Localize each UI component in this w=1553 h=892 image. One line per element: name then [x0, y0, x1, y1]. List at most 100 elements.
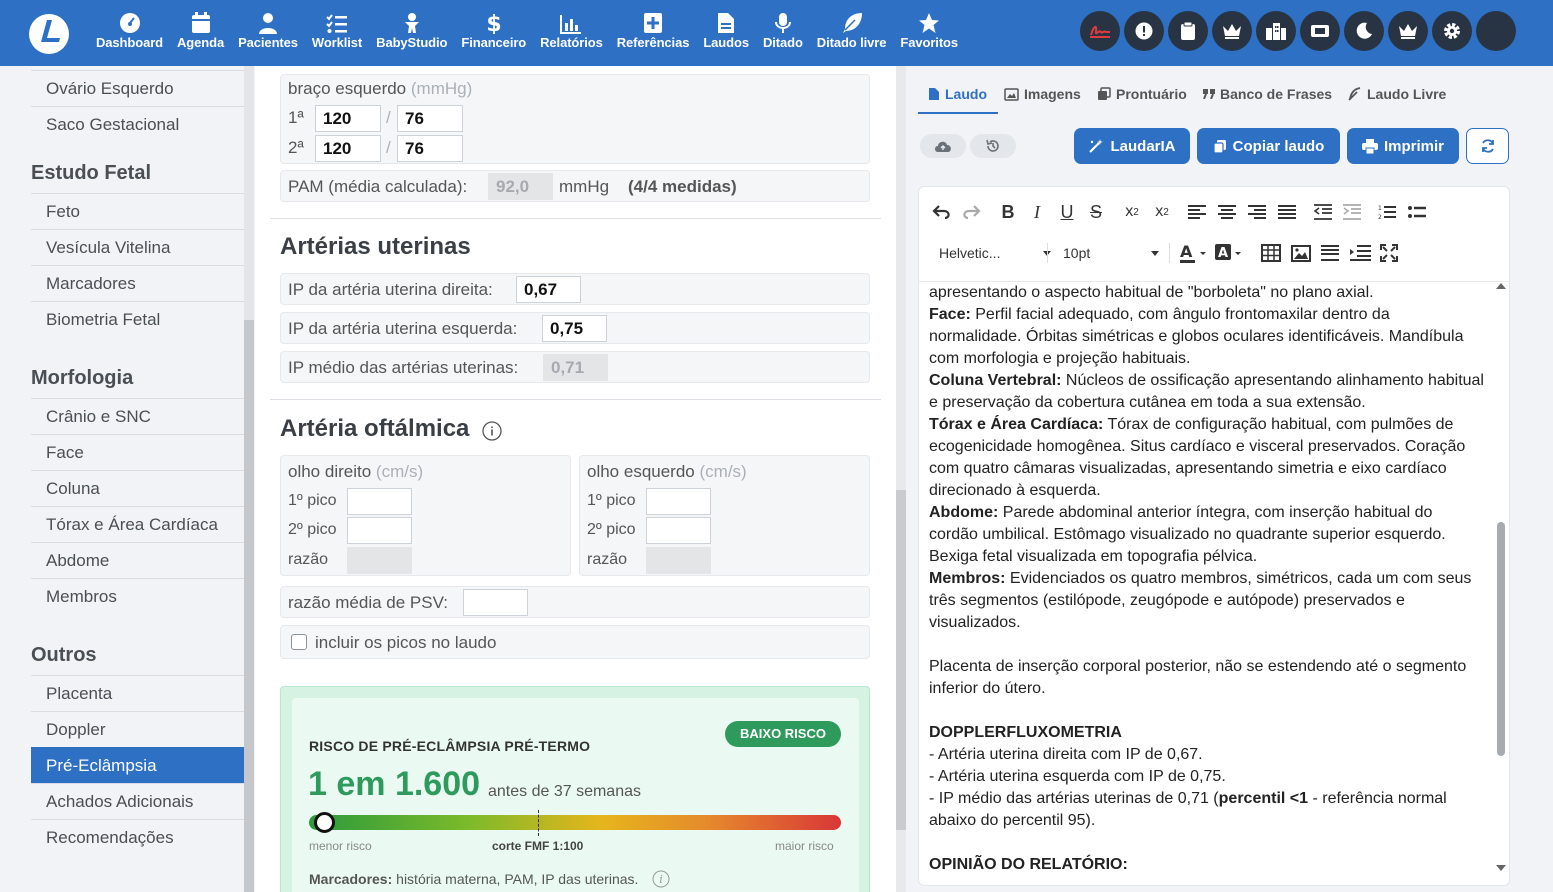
nav-financeiro[interactable]: $ Financeiro: [454, 0, 533, 66]
app-logo[interactable]: [27, 12, 71, 56]
bp-systolic-2-input[interactable]: 120: [315, 135, 381, 162]
horizontal-rule-button[interactable]: [1319, 242, 1341, 264]
right-eye-peak1-input[interactable]: [347, 488, 412, 515]
nav-favoritos[interactable]: Favoritos: [893, 0, 965, 66]
sidebar-item-face[interactable]: Face: [31, 434, 244, 470]
sidebar-item-feto[interactable]: Feto: [31, 193, 244, 229]
bold-button[interactable]: B: [997, 200, 1019, 224]
font-size-select[interactable]: 10pt: [1063, 240, 1159, 266]
sidebar-item-marcadores[interactable]: Marcadores: [31, 265, 244, 301]
tab-prontuario[interactable]: Prontuário: [1097, 86, 1187, 102]
info-icon[interactable]: i: [652, 870, 670, 888]
sidebar-scrollbar-thumb[interactable]: [244, 320, 254, 892]
nav-laudos[interactable]: Laudos: [696, 0, 756, 66]
left-eye-peak2-input[interactable]: [646, 517, 711, 544]
alert-button[interactable]: [1124, 11, 1164, 51]
tab-laudo-livre[interactable]: Laudo Livre: [1348, 86, 1446, 102]
crown-button[interactable]: [1212, 11, 1252, 51]
sidebar-item-vesicula-vitelina[interactable]: Vesícula Vitelina: [31, 229, 244, 265]
nav-babystudio[interactable]: BabyStudio: [369, 0, 454, 66]
clipboard-button[interactable]: [1168, 11, 1208, 51]
italic-button[interactable]: I: [1026, 200, 1048, 224]
copy-icon: [1213, 139, 1226, 154]
underline-button[interactable]: U: [1056, 200, 1078, 224]
laudar-ia-button[interactable]: LaudarIA: [1074, 128, 1190, 164]
sidebar-item-abdome[interactable]: Abdome: [31, 542, 244, 578]
dark-mode-button[interactable]: [1344, 11, 1384, 51]
page-break-button[interactable]: [1348, 242, 1372, 264]
print-button[interactable]: Imprimir: [1347, 128, 1459, 164]
fullscreen-button[interactable]: [1378, 242, 1400, 264]
cloud-save-button[interactable]: [920, 134, 966, 158]
sidebar-item-saco-gestacional[interactable]: Saco Gestacional: [31, 106, 244, 142]
refresh-button[interactable]: [1466, 128, 1509, 164]
align-left-button[interactable]: [1186, 201, 1208, 223]
nav-referencias[interactable]: Referências: [610, 0, 697, 66]
signature-button[interactable]: [1080, 11, 1120, 51]
bp-diastolic-2-input[interactable]: 76: [397, 135, 463, 162]
sidebar-item-achados-adicionais[interactable]: Achados Adicionais: [31, 783, 244, 819]
active-tab-underline: [918, 112, 998, 114]
sidebar-item-doppler[interactable]: Doppler: [31, 711, 244, 747]
uterine-left-input[interactable]: 0,75: [542, 315, 607, 342]
include-peaks-checkbox[interactable]: [291, 634, 307, 650]
align-right-button[interactable]: [1246, 201, 1268, 223]
redo-button[interactable]: [960, 201, 982, 223]
bp-systolic-1-input[interactable]: 120: [315, 105, 381, 132]
scroll-down-icon[interactable]: [1496, 864, 1506, 872]
sidebar-item-placenta[interactable]: Placenta: [31, 675, 244, 711]
bp-diastolic-1-input[interactable]: 76: [397, 105, 463, 132]
svg-text:$: $: [487, 12, 501, 34]
align-center-button[interactable]: [1216, 201, 1238, 223]
right-eye-peak2-input[interactable]: [347, 517, 412, 544]
undo-button[interactable]: [931, 201, 953, 223]
insert-table-button[interactable]: [1260, 242, 1282, 264]
settings-button[interactable]: [1432, 11, 1472, 51]
sidebar-item-pre-eclampsia[interactable]: Pré-Eclâmpsia: [31, 747, 244, 783]
uterine-right-input[interactable]: 0,67: [516, 276, 581, 303]
font-family-select[interactable]: Helvetic...: [939, 240, 1051, 266]
tab-banco-de-frases[interactable]: Banco de Frases: [1203, 86, 1332, 102]
nav-agenda[interactable]: Agenda: [170, 0, 231, 66]
clinics-button[interactable]: [1256, 11, 1296, 51]
psv-ratio-input[interactable]: [463, 589, 528, 616]
left-eye-peak1-input[interactable]: [646, 488, 711, 515]
tab-imagens[interactable]: Imagens: [1004, 86, 1081, 102]
subscript-button[interactable]: x2: [1120, 200, 1144, 224]
sidebar-item-membros[interactable]: Membros: [31, 578, 244, 614]
scroll-up-icon[interactable]: [1496, 282, 1506, 290]
outdent-button[interactable]: [1312, 201, 1334, 223]
numbered-list-button[interactable]: 12: [1376, 201, 1398, 223]
history-button[interactable]: [970, 134, 1016, 158]
nav-ditado[interactable]: Ditado: [756, 0, 810, 66]
sidebar-item-torax[interactable]: Tórax e Área Cardíaca: [31, 506, 244, 542]
nav-pacientes[interactable]: Pacientes: [231, 0, 305, 66]
insert-image-button[interactable]: [1290, 242, 1312, 264]
premium-button[interactable]: [1388, 11, 1428, 51]
indent-button[interactable]: [1341, 201, 1363, 223]
info-icon[interactable]: [482, 421, 502, 441]
sidebar-item-coluna[interactable]: Coluna: [31, 470, 244, 506]
sidebar-item-recomendacoes[interactable]: Recomendações: [31, 819, 244, 855]
copy-report-button[interactable]: Copiar laudo: [1197, 128, 1340, 164]
superscript-button[interactable]: x2: [1150, 200, 1174, 224]
nav-ditado-livre[interactable]: Ditado livre: [810, 0, 894, 66]
sidebar-item-biometria-fetal[interactable]: Biometria Fetal: [31, 301, 244, 337]
justify-button[interactable]: [1276, 201, 1298, 223]
ticket-button[interactable]: [1300, 11, 1340, 51]
strikethrough-button[interactable]: S: [1085, 200, 1107, 224]
editor-scrollbar[interactable]: [1496, 282, 1506, 882]
text-color-button[interactable]: A: [1179, 241, 1209, 265]
form-scrollbar-thumb[interactable]: [896, 490, 906, 830]
highlight-color-button[interactable]: A: [1214, 241, 1244, 265]
sidebar-item-cranio-snc[interactable]: Crânio e SNC: [31, 398, 244, 434]
avatar[interactable]: [1476, 11, 1516, 51]
editor-scrollbar-thumb[interactable]: [1497, 522, 1505, 756]
bullet-list-button[interactable]: [1406, 201, 1428, 223]
nav-dashboard[interactable]: Dashboard: [89, 0, 170, 66]
nav-worklist[interactable]: Worklist: [305, 0, 369, 66]
report-content[interactable]: apresentando o aspecto habitual de "borb…: [929, 282, 1484, 876]
tab-laudo[interactable]: Laudo: [928, 86, 987, 102]
sidebar-item-ovario-esquerdo[interactable]: Ovário Esquerdo: [31, 70, 244, 106]
nav-relatorios[interactable]: Relatórios: [533, 0, 610, 66]
